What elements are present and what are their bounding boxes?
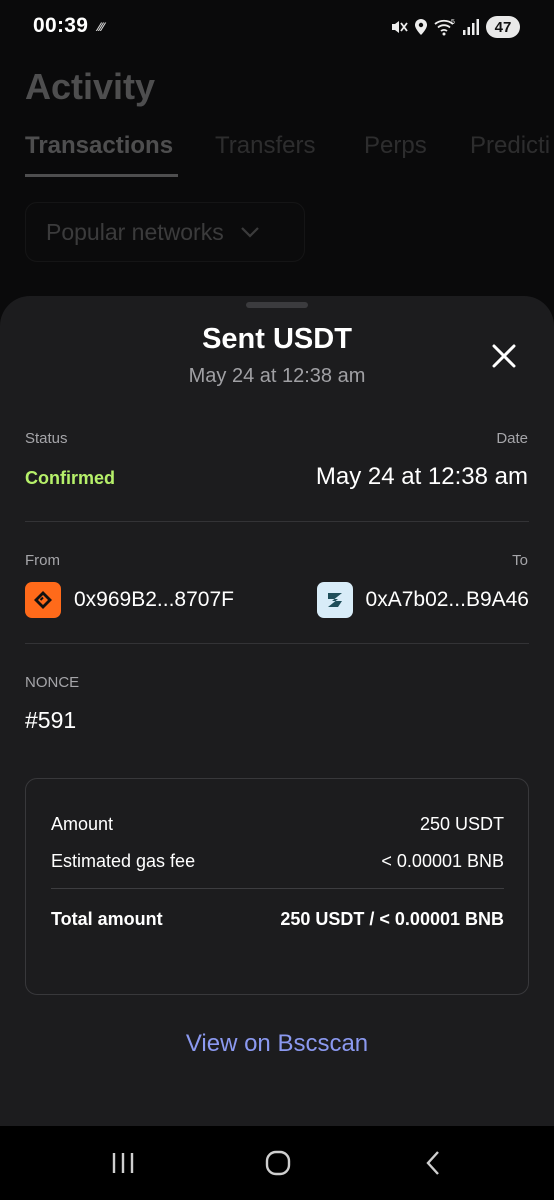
recents-icon xyxy=(112,1153,134,1173)
network-filter-label: Popular networks xyxy=(46,218,224,245)
amount-row: Amount 250 USDT xyxy=(51,814,504,835)
system-navigation-bar xyxy=(0,1126,554,1200)
page-title: Activity xyxy=(25,66,156,107)
network-filter-dropdown[interactable]: Popular networks xyxy=(25,202,305,262)
location-icon xyxy=(414,18,428,36)
date-label: Date xyxy=(496,430,528,447)
activity-page-background: Activity Transactions Transfers Perps Pr… xyxy=(0,56,554,316)
from-label: From xyxy=(25,552,60,569)
back-icon xyxy=(426,1151,439,1175)
tab-predictions[interactable]: Predicti xyxy=(470,132,550,160)
battery-icon: 47 xyxy=(486,16,520,38)
notification-icons: ⁄⁄⁄ xyxy=(98,20,105,34)
summary-divider xyxy=(51,888,504,889)
from-account-avatar xyxy=(25,582,61,618)
divider xyxy=(25,643,529,644)
total-amount-value: 250 USDT / < 0.00001 BNB xyxy=(280,909,504,929)
tab-transactions[interactable]: Transactions xyxy=(25,132,173,160)
status-bar: 00:39 ⁄⁄⁄ 5 47 xyxy=(0,0,554,56)
to-account-avatar xyxy=(316,582,353,618)
view-on-bscscan-link[interactable]: View on Bscscan xyxy=(0,1030,554,1058)
tab-perps[interactable]: Perps xyxy=(364,132,427,160)
to-address-text: 0xA7b02...B9A46 xyxy=(365,588,529,611)
date-value: May 24 at 12:38 am xyxy=(315,463,528,490)
recents-button[interactable] xyxy=(106,1148,140,1178)
close-icon xyxy=(492,344,516,368)
status-label: Status xyxy=(25,430,68,447)
gas-fee-value: < 0.00001 BNB xyxy=(381,851,504,871)
close-button[interactable] xyxy=(490,342,518,370)
wifi-badge: 5 xyxy=(451,19,455,26)
to-address[interactable]: 0xA7b02...B9A46 xyxy=(316,582,529,618)
activity-tabs: Transactions Transfers Perps Predicti xyxy=(25,132,554,182)
from-address[interactable]: 0x969B2...8707F xyxy=(25,582,234,618)
from-address-text: 0x969B2...8707F xyxy=(74,588,234,611)
tab-transfers[interactable]: Transfers xyxy=(215,132,315,160)
sheet-drag-handle[interactable] xyxy=(246,302,308,308)
amount-summary-card: Amount 250 USDT Estimated gas fee < 0.00… xyxy=(25,778,529,995)
status-value: Confirmed xyxy=(25,468,115,488)
amount-value: 250 USDT xyxy=(419,814,504,834)
back-button[interactable] xyxy=(416,1148,450,1178)
divider xyxy=(25,521,529,522)
total-amount-label: Total amount xyxy=(51,909,163,929)
nonce-label: NONCE xyxy=(25,674,80,691)
chevron-down-icon xyxy=(240,227,259,238)
amount-label: Amount xyxy=(51,814,114,834)
gas-fee-label: Estimated gas fee xyxy=(51,851,196,871)
active-tab-indicator xyxy=(25,174,178,177)
gas-fee-row: Estimated gas fee < 0.00001 BNB xyxy=(51,851,504,872)
sheet-title: Sent USDT xyxy=(202,323,352,355)
mute-icon xyxy=(390,18,408,36)
sheet-subtitle: May 24 at 12:38 am xyxy=(188,365,366,387)
transaction-details-sheet: Sent USDT May 24 at 12:38 am Status Date… xyxy=(0,296,554,1126)
total-amount-row: Total amount 250 USDT / < 0.00001 BNB xyxy=(51,909,504,930)
home-button[interactable] xyxy=(261,1148,295,1178)
clock: 00:39 xyxy=(33,14,89,37)
nonce-value: #591 xyxy=(25,707,77,733)
wifi-icon: 5 xyxy=(434,18,456,36)
to-label: To xyxy=(512,552,528,569)
signal-icon xyxy=(462,18,480,36)
home-icon xyxy=(265,1150,291,1176)
